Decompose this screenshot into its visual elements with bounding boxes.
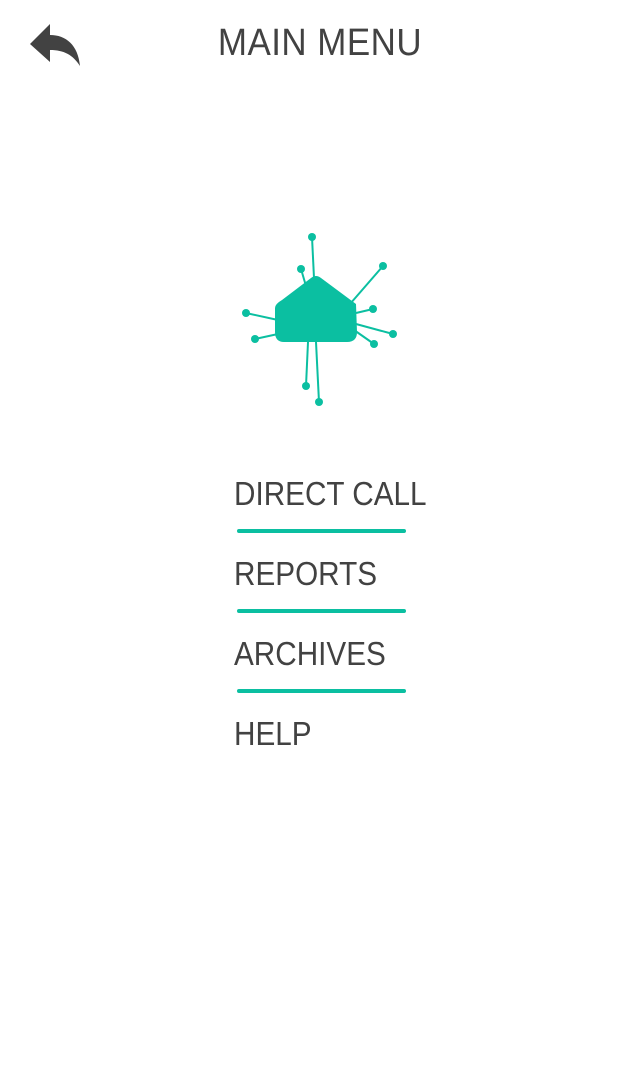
- menu-item-help[interactable]: HELP: [234, 710, 410, 790]
- house-network-icon: [242, 233, 397, 406]
- menu-divider: [237, 689, 406, 693]
- menu-divider: [237, 529, 406, 533]
- header: MAIN MENU: [0, 0, 640, 90]
- menu-divider: [237, 609, 406, 613]
- app-logo: [238, 228, 402, 410]
- main-menu: DIRECT CALL REPORTS ARCHIVES HELP: [234, 470, 427, 790]
- menu-item-archives[interactable]: ARCHIVES: [234, 630, 410, 710]
- menu-item-label: DIRECT CALL: [234, 475, 427, 512]
- menu-item-label: REPORTS: [234, 555, 378, 592]
- menu-item-label: ARCHIVES: [234, 635, 386, 672]
- menu-item-reports[interactable]: REPORTS: [234, 550, 410, 630]
- page-title: MAIN MENU: [217, 22, 423, 64]
- menu-item-direct-call[interactable]: DIRECT CALL: [234, 470, 427, 550]
- menu-item-label: HELP: [234, 715, 312, 752]
